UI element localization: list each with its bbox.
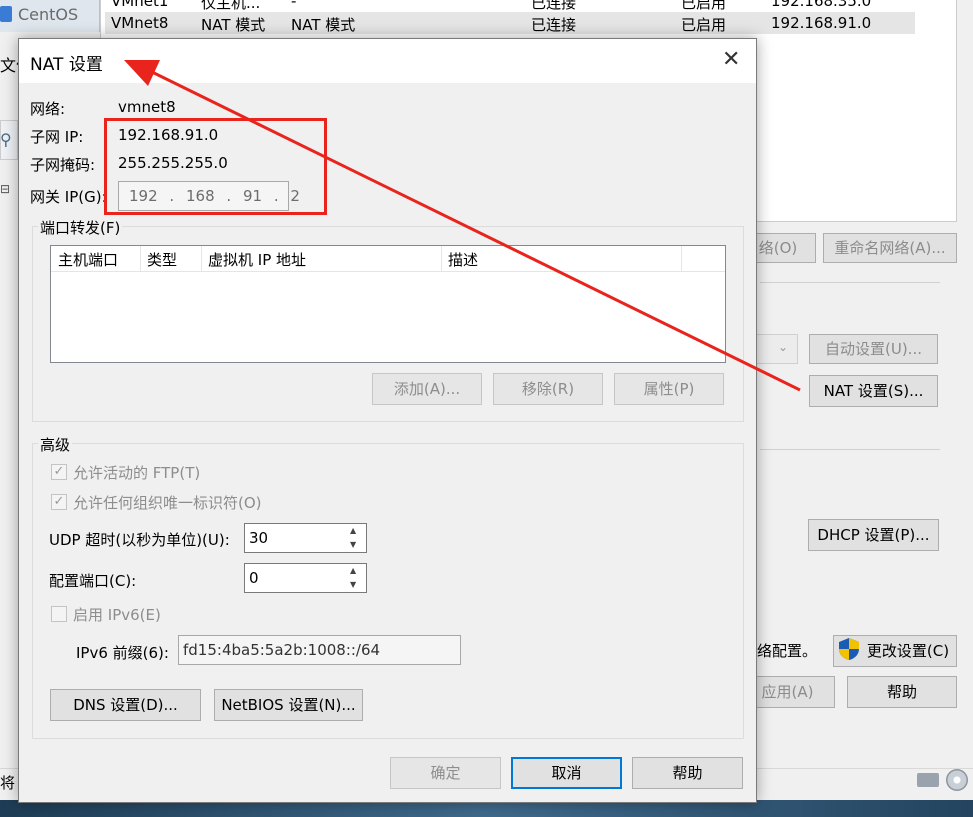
dns-settings-button[interactable]: DNS 设置(D)... bbox=[50, 689, 201, 721]
auto-settings-button[interactable]: 自动设置(U)... bbox=[809, 334, 938, 364]
column-vm-ip[interactable]: 虚拟机 IP 地址 bbox=[208, 249, 306, 270]
network-row[interactable]: VMnet1 仅主机... - 已连接 已启用 192.168.35.0 bbox=[105, 0, 915, 12]
column-divider[interactable] bbox=[681, 246, 682, 272]
dialog-title: NAT 设置 bbox=[30, 55, 103, 75]
network-value: vmnet8 bbox=[118, 98, 176, 116]
network-name: VMnet1 bbox=[111, 0, 169, 10]
network-row[interactable]: VMnet8 NAT 模式 NAT 模式 已连接 已启用 192.168.91.… bbox=[105, 12, 915, 34]
change-settings-label: 更改设置(C) bbox=[866, 642, 950, 660]
config-port-label: 配置端口(C): bbox=[49, 572, 137, 590]
help-button[interactable]: 帮助 bbox=[632, 757, 743, 789]
vm-icon bbox=[0, 6, 12, 22]
network-label: 网络: bbox=[30, 100, 66, 118]
cancel-button[interactable]: 取消 bbox=[511, 757, 622, 789]
column-divider[interactable] bbox=[140, 246, 141, 272]
divider bbox=[760, 449, 940, 450]
enable-ipv6-checkbox[interactable] bbox=[51, 606, 67, 622]
spin-up-icon[interactable]: ▲ bbox=[350, 566, 356, 575]
properties-button[interactable]: 属性(P) bbox=[614, 373, 724, 405]
column-divider[interactable] bbox=[201, 246, 202, 272]
allow-any-oui-label: 允许任何组织唯一标识符(O) bbox=[73, 494, 262, 512]
allow-any-oui-checkbox[interactable]: ✓ bbox=[51, 494, 67, 510]
ok-button[interactable]: 确定 bbox=[390, 757, 501, 789]
rename-network-button[interactable]: 重命名网络(A)... bbox=[823, 233, 957, 263]
config-port-spinner[interactable]: ▲ ▼ bbox=[343, 563, 367, 593]
cd-drive-icon[interactable] bbox=[946, 769, 968, 791]
network-name: VMnet8 bbox=[111, 14, 169, 32]
ipv6-prefix-label: IPv6 前缀(6): bbox=[76, 644, 169, 662]
config-port-field[interactable]: 0 bbox=[244, 563, 344, 593]
column-host-port[interactable]: 主机端口 bbox=[58, 249, 118, 270]
enable-ipv6-label: 启用 IPv6(E) bbox=[73, 606, 161, 624]
column-description[interactable]: 描述 bbox=[448, 249, 478, 270]
chevron-down-icon: ⌄ bbox=[778, 340, 789, 354]
advanced-title: 高级 bbox=[38, 434, 73, 455]
help-button-bg[interactable]: 帮助 bbox=[847, 676, 957, 708]
udp-timeout-field[interactable]: 30 bbox=[244, 523, 344, 553]
allow-active-ftp-label: 允许活动的 FTP(T) bbox=[73, 464, 201, 482]
subnet-mask-label: 子网掩码: bbox=[30, 156, 96, 174]
status-text: 将 bbox=[0, 774, 16, 792]
subnet-ip-label: 子网 IP: bbox=[30, 128, 84, 146]
ipv6-prefix-field[interactable]: fd15:4ba5:5a2b:1008::/64 bbox=[178, 635, 461, 665]
column-type[interactable]: 类型 bbox=[147, 249, 177, 270]
spin-up-icon[interactable]: ▲ bbox=[350, 526, 356, 535]
dhcp-settings-button[interactable]: DHCP 设置(P)... bbox=[808, 519, 939, 551]
network-external: NAT 模式 bbox=[291, 16, 356, 34]
port-forwarding-list[interactable]: 主机端口 类型 虚拟机 IP 地址 描述 bbox=[50, 245, 726, 363]
network-subnet: 192.168.35.0 bbox=[771, 0, 872, 10]
udp-timeout-label: UDP 超时(以秒为单位)(U): bbox=[49, 531, 230, 549]
list-header: 主机端口 类型 虚拟机 IP 地址 描述 bbox=[51, 246, 725, 272]
network-subnet: 192.168.91.0 bbox=[771, 14, 872, 32]
shield-icon bbox=[839, 638, 859, 660]
remove-button[interactable]: 移除(R) bbox=[493, 373, 603, 405]
network-config-text: 络配置。 bbox=[757, 642, 818, 660]
spin-down-icon[interactable]: ▼ bbox=[350, 540, 356, 549]
bridge-target-select[interactable] bbox=[756, 334, 798, 364]
column-divider[interactable] bbox=[441, 246, 442, 272]
network-dhcp: 已启用 bbox=[681, 16, 727, 34]
close-icon[interactable]: ✕ bbox=[722, 49, 740, 71]
udp-timeout-spinner[interactable]: ▲ ▼ bbox=[343, 523, 367, 553]
network-host-connection: 已连接 bbox=[531, 16, 577, 34]
hard-disk-icon[interactable] bbox=[917, 773, 939, 787]
allow-active-ftp-checkbox[interactable]: ✓ bbox=[51, 464, 67, 480]
network-type: NAT 模式 bbox=[201, 16, 266, 34]
divider bbox=[760, 282, 940, 283]
search-icon: ⚲ bbox=[0, 130, 12, 149]
network-external: - bbox=[291, 0, 297, 10]
spin-down-icon[interactable]: ▼ bbox=[350, 580, 356, 589]
title-bar[interactable]: NAT 设置 ✕ bbox=[19, 39, 756, 83]
netbios-settings-button[interactable]: NetBIOS 设置(N)... bbox=[214, 689, 363, 721]
port-forwarding-title: 端口转发(F) bbox=[38, 217, 123, 238]
tree-collapse-icon[interactable]: ⊟ bbox=[0, 182, 10, 196]
nat-settings-button[interactable]: NAT 设置(S)... bbox=[809, 375, 938, 407]
annotation-highlight-box bbox=[104, 118, 327, 215]
add-button[interactable]: 添加(A)... bbox=[372, 373, 482, 405]
gateway-ip-label: 网关 IP(G): bbox=[30, 188, 107, 206]
vm-tab-label: CentOS bbox=[18, 5, 79, 24]
